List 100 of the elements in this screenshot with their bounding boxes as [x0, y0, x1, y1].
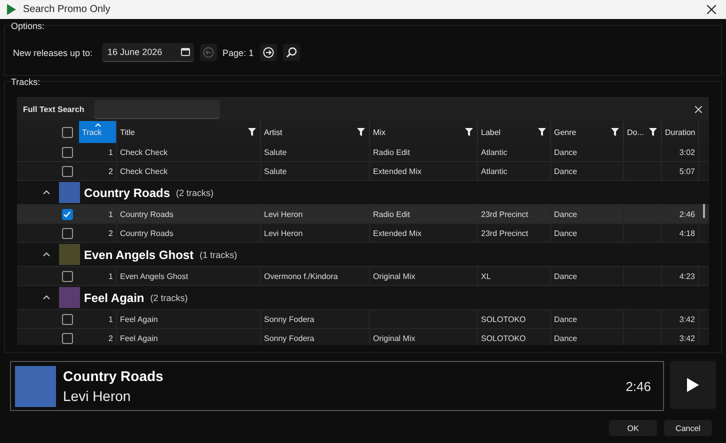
- checkbox[interactable]: [62, 314, 72, 324]
- duration-cell: 4:18: [679, 228, 695, 238]
- label-cell: SOLOTOKO: [481, 334, 526, 342]
- track-row[interactable]: 2 Check Check Salute Extended Mix Atlantic Dance 5:07: [17, 162, 709, 181]
- next-page-button[interactable]: [260, 44, 277, 61]
- filter-icon[interactable]: [248, 128, 256, 136]
- track-row[interactable]: 1 Even Angels Ghost Overmono f./Kindora Original Mix XL Dance 4:23: [17, 267, 709, 286]
- genre-cell: Dance: [554, 272, 578, 280]
- cover-art-placeholder: [15, 366, 56, 406]
- now-playing-artist: Levi Heron: [63, 388, 132, 404]
- title-cell: Check Check: [120, 148, 168, 156]
- ok-button[interactable]: OK: [609, 420, 657, 436]
- search-label: Full Text Search: [23, 104, 84, 114]
- mix-cell: Radio Edit: [373, 210, 410, 218]
- track-number: 1: [108, 210, 113, 218]
- cancel-button[interactable]: Cancel: [664, 420, 712, 436]
- calendar-icon[interactable]: [180, 48, 190, 56]
- collapse-caret-icon[interactable]: [43, 190, 50, 195]
- right-arrow-icon: [262, 47, 274, 58]
- mix-cell: Radio Edit: [373, 148, 410, 156]
- play-icon: [687, 378, 699, 392]
- title-cell: Check Check: [120, 166, 168, 176]
- artist-cell: Sonny Fodera: [264, 334, 314, 342]
- left-arrow-icon: [202, 47, 214, 58]
- play-button[interactable]: [670, 361, 716, 409]
- title-cell: Even Angels Ghost: [120, 272, 188, 280]
- genre-cell: Dance: [554, 228, 578, 238]
- genre-cell: Dance: [554, 334, 578, 342]
- search-field[interactable]: [94, 100, 220, 118]
- date-field[interactable]: 16 June 2026: [102, 43, 194, 62]
- filter-icon[interactable]: [611, 128, 619, 136]
- window-title: Search Promo Only: [23, 4, 110, 15]
- track-number: 1: [108, 148, 113, 156]
- label-cell: SOLOTOKO: [481, 314, 526, 324]
- select-all-checkbox[interactable]: [62, 126, 72, 138]
- artist-cell: Levi Heron: [264, 228, 303, 238]
- genre-cell: Dance: [554, 210, 578, 218]
- tracks-label: Tracks:: [10, 77, 42, 87]
- duration-cell: 2:46: [679, 210, 695, 218]
- mix-cell: Original Mix: [373, 272, 416, 280]
- track-row[interactable]: 1 Feel Again Sonny Fodera SOLOTOKO Dance 3:42: [17, 310, 709, 329]
- artist-cell: Salute: [264, 166, 287, 176]
- filter-icon[interactable]: [465, 128, 473, 136]
- album-title: Country Roads: [84, 186, 170, 200]
- filter-icon[interactable]: [538, 128, 546, 136]
- genre-cell: Dance: [554, 166, 578, 176]
- close-icon: [706, 5, 716, 14]
- now-playing-title: Country Roads: [63, 368, 164, 384]
- label-cell: 23rd Precinct: [481, 228, 528, 238]
- filter-icon[interactable]: [357, 128, 365, 136]
- duration-cell: 4:23: [679, 272, 695, 280]
- title-cell: Feel Again: [120, 334, 158, 342]
- checkbox[interactable]: [62, 146, 72, 158]
- collapse-caret-icon[interactable]: [43, 252, 50, 257]
- genre-cell: Dance: [554, 148, 578, 156]
- duration-cell: 5:07: [679, 166, 695, 176]
- checkbox[interactable]: [62, 270, 72, 282]
- artist-cell: Sonny Fodera: [264, 314, 314, 324]
- duration-cell: 3:42: [679, 314, 695, 324]
- checkbox[interactable]: [62, 332, 72, 344]
- track-number: 1: [108, 314, 113, 324]
- artist-cell: Salute: [264, 148, 287, 156]
- track-count: (1 tracks): [200, 250, 238, 260]
- search-icon: [286, 47, 297, 58]
- label-cell: Atlantic: [481, 148, 508, 156]
- title-cell: Country Roads: [120, 228, 174, 238]
- track-number: 2: [108, 334, 113, 342]
- search-button[interactable]: [282, 44, 300, 61]
- label-cell: XL: [481, 272, 491, 280]
- mix-cell: Original Mix: [373, 334, 416, 342]
- collapse-caret-icon[interactable]: [43, 295, 50, 300]
- track-row[interactable]: 2 Country Roads Levi Heron Extended Mix 23rd Precinct Dance 4:18: [17, 224, 709, 243]
- track-count: (2 tracks): [150, 292, 188, 302]
- playback-time: 2:46: [626, 378, 651, 394]
- track-row[interactable]: 1 Country Roads Levi Heron Radio Edit 23rd Precinct Dance 2:46: [17, 205, 709, 224]
- checkbox[interactable]: [62, 166, 72, 176]
- track-row[interactable]: 1 Check Check Salute Radio Edit Atlantic Dance 3:02: [17, 143, 709, 162]
- play-logo-icon: [6, 4, 17, 15]
- label-cell: Atlantic: [481, 166, 508, 176]
- track-number: 2: [108, 228, 113, 238]
- close-icon[interactable]: [695, 106, 702, 112]
- mix-cell: Extended Mix: [373, 228, 422, 238]
- column-header[interactable]: Track: [79, 121, 117, 143]
- title-cell: Country Roads: [120, 210, 174, 218]
- duration-cell: 3:42: [679, 334, 695, 342]
- duration-cell: 3:02: [679, 148, 695, 156]
- scrollbar-thumb[interactable]: [703, 204, 705, 218]
- track-number: 2: [108, 166, 113, 176]
- artist-cell: Levi Heron: [264, 210, 303, 218]
- page-label: Page: 1: [222, 48, 254, 58]
- checkbox[interactable]: [62, 208, 72, 220]
- track-count: (2 tracks): [176, 188, 214, 198]
- label-cell: 23rd Precinct: [481, 210, 528, 218]
- album-title: Feel Again: [84, 290, 144, 304]
- track-number: 1: [108, 272, 113, 280]
- mix-cell: Extended Mix: [373, 166, 422, 176]
- checkbox[interactable]: [62, 228, 72, 238]
- release-date-label: New releases up to:: [13, 48, 93, 58]
- genre-cell: Dance: [554, 314, 578, 324]
- filter-icon[interactable]: [649, 128, 657, 136]
